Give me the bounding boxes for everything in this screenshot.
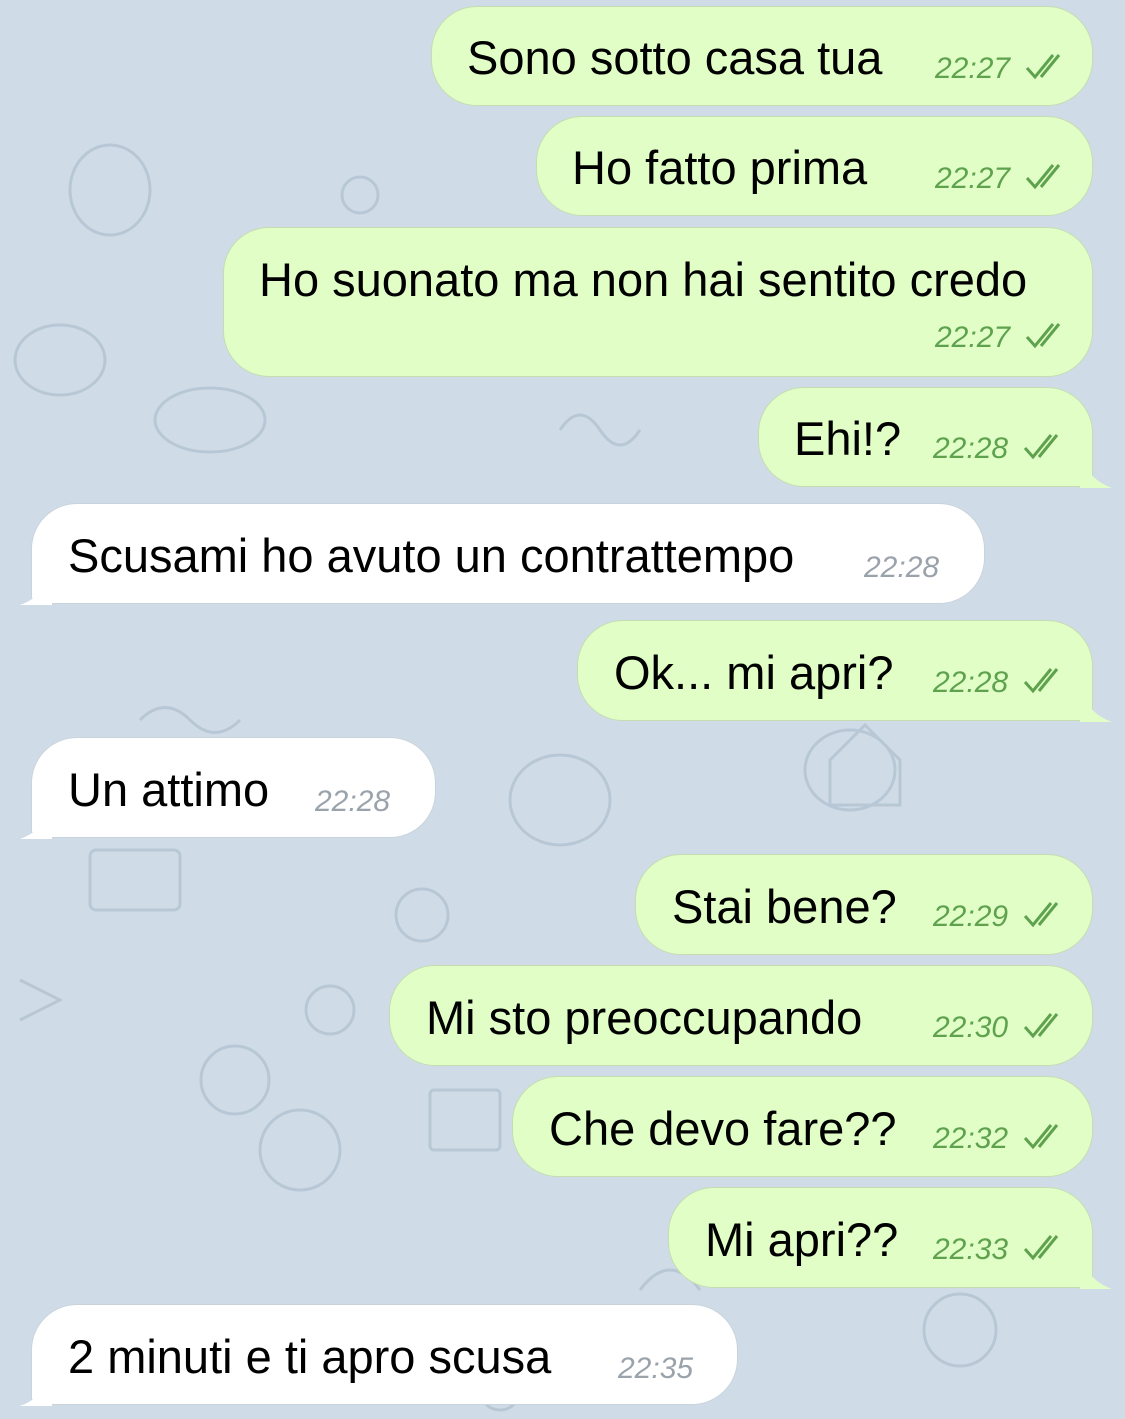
message-text: 2 minuti e ti apro scusa <box>68 1330 552 1383</box>
message-time: 22:28 <box>933 666 1009 699</box>
double-check-icon <box>1023 1235 1059 1261</box>
message-time: 22:27 <box>935 321 1011 354</box>
bubble-tail <box>1080 1249 1112 1289</box>
bubble-tail <box>20 1366 52 1406</box>
outgoing-message[interactable]: Ho fatto prima 22:27 <box>536 116 1093 216</box>
double-check-icon <box>1023 434 1059 460</box>
message-time: 22:27 <box>935 162 1011 195</box>
double-check-icon <box>1023 1124 1059 1150</box>
outgoing-message[interactable]: Sono sotto casa tua 22:27 <box>431 6 1093 106</box>
incoming-message[interactable]: Scusami ho avuto un contrattempo 22:28 <box>31 503 985 604</box>
message-text: Che devo fare?? <box>549 1102 897 1155</box>
message-text: Sono sotto casa tua <box>467 31 883 84</box>
message-time: 22:27 <box>935 52 1011 85</box>
outgoing-message[interactable]: Ho suonato ma non hai sentito credo 22:2… <box>223 227 1093 377</box>
incoming-message[interactable]: Un attimo 22:28 <box>31 737 436 838</box>
bubble-tail <box>1080 682 1112 722</box>
message-time: 22:30 <box>933 1011 1009 1044</box>
message-time: 22:35 <box>618 1352 694 1385</box>
message-text: Ho suonato ma non hai sentito credo <box>259 253 1028 306</box>
double-check-icon <box>1023 668 1059 694</box>
double-check-icon <box>1023 902 1059 928</box>
outgoing-message[interactable]: Stai bene? 22:29 <box>635 854 1093 955</box>
bubble-tail <box>20 565 52 605</box>
bubble-tail <box>20 799 52 839</box>
outgoing-message[interactable]: Ehi!? 22:28 <box>758 387 1093 487</box>
message-text: Un attimo <box>68 763 270 816</box>
outgoing-message[interactable]: Mi apri?? 22:33 <box>668 1187 1093 1288</box>
message-text: Mi apri?? <box>705 1213 899 1266</box>
bubble-tail <box>1080 448 1112 488</box>
message-text: Stai bene? <box>672 880 897 933</box>
message-time: 22:28 <box>315 785 391 818</box>
message-time: 22:33 <box>933 1233 1009 1266</box>
message-text: Ok... mi apri? <box>614 646 894 699</box>
double-check-icon <box>1025 164 1061 190</box>
double-check-icon <box>1025 323 1061 349</box>
message-text: Ehi!? <box>794 412 902 465</box>
message-text: Scusami ho avuto un contrattempo <box>68 529 795 582</box>
incoming-message[interactable]: 2 minuti e ti apro scusa 22:35 <box>31 1304 738 1405</box>
message-time: 22:32 <box>933 1122 1009 1155</box>
chat-history[interactable]: Sono sotto casa tua 22:27 Ho fatto prima… <box>0 0 1125 1419</box>
double-check-icon <box>1025 54 1061 80</box>
double-check-icon <box>1023 1013 1059 1039</box>
message-time: 22:29 <box>933 900 1009 933</box>
outgoing-message[interactable]: Ok... mi apri? 22:28 <box>577 620 1093 721</box>
message-text: Mi sto preoccupando <box>426 991 863 1044</box>
outgoing-message[interactable]: Che devo fare?? 22:32 <box>512 1076 1093 1177</box>
outgoing-message[interactable]: Mi sto preoccupando 22:30 <box>389 965 1093 1066</box>
message-time: 22:28 <box>933 432 1009 465</box>
message-text: Ho fatto prima <box>572 141 868 194</box>
message-time: 22:28 <box>864 551 940 584</box>
